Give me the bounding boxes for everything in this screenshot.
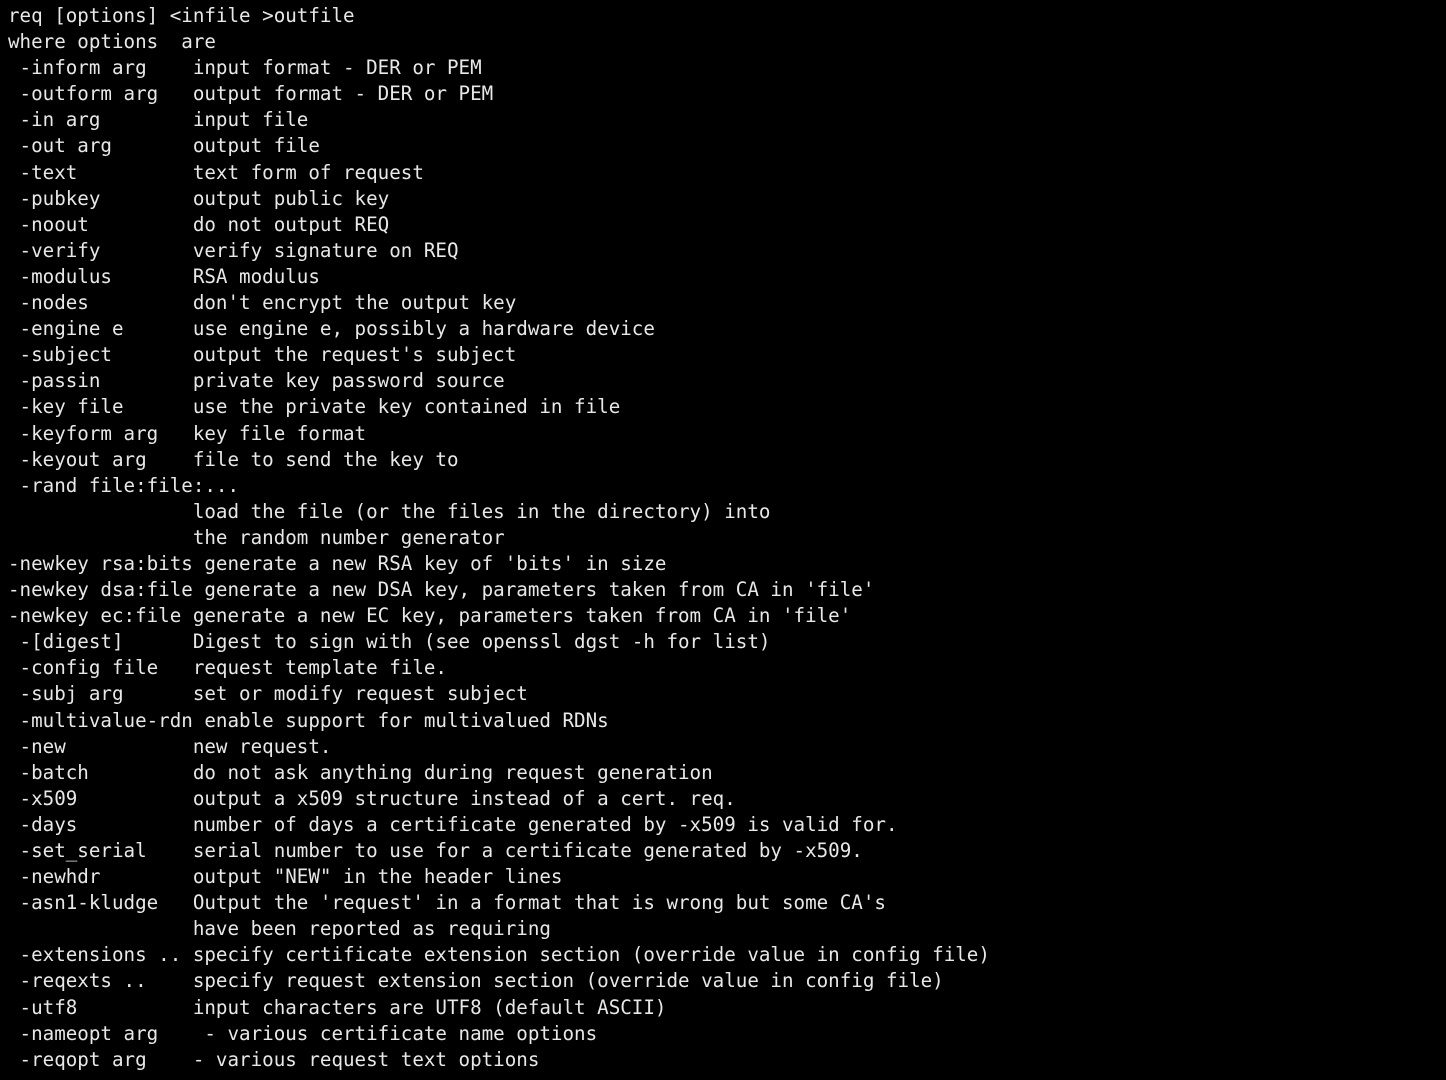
option-line: -in arg input file	[8, 108, 309, 132]
option-line: -engine e use engine e, possibly a hardw…	[8, 317, 655, 341]
option-line: -[digest] Digest to sign with (see opens…	[8, 630, 771, 654]
options-header-line: where options are	[8, 30, 216, 54]
option-line: -newhdr output "NEW" in the header lines	[8, 865, 563, 889]
option-line: -newkey dsa:file generate a new DSA key,…	[8, 578, 875, 602]
option-line: -newkey ec:file generate a new EC key, p…	[8, 604, 852, 628]
option-line: -keyout arg file to send the key to	[8, 447, 459, 471]
option-line: -new new request.	[8, 734, 332, 758]
option-line: -config file request template file.	[8, 656, 447, 680]
option-line: -batch do not ask anything during reques…	[8, 760, 713, 784]
option-line: -out arg output file	[8, 134, 320, 158]
option-line: -outform arg output format - DER or PEM	[8, 82, 494, 106]
option-line: -x509 output a x509 structure instead of…	[8, 786, 736, 810]
usage-line: req [options] <infile >outfile	[8, 4, 355, 27]
option-line: -key file use the private key contained …	[8, 395, 621, 419]
option-line: -newkey rsa:bits generate a new RSA key …	[8, 551, 667, 575]
option-line: -nameopt arg - various certificate name …	[8, 1021, 598, 1045]
option-line: -subject output the request's subject	[8, 343, 517, 367]
option-line: -subj arg set or modify request subject	[8, 682, 528, 706]
option-line: -passin private key password source	[8, 369, 505, 393]
terminal-output-pane[interactable]: req [options] <infile >outfile where opti…	[0, 0, 1446, 1080]
option-line: -modulus RSA modulus	[8, 264, 320, 288]
option-line: -extensions .. specify certificate exten…	[8, 943, 990, 967]
option-line: -rand file:file:...	[8, 473, 240, 497]
option-line: -pubkey output public key	[8, 186, 390, 210]
option-line: -reqopt arg - various request text optio…	[8, 1047, 540, 1071]
option-line: load the file (or the files in the direc…	[8, 499, 771, 523]
option-line: -keyform arg key file format	[8, 421, 367, 445]
option-line: -text text form of request	[8, 160, 424, 184]
option-line: -utf8 input characters are UTF8 (default…	[8, 995, 667, 1019]
option-line: -days number of days a certificate gener…	[8, 812, 898, 836]
option-line: -nodes don't encrypt the output key	[8, 291, 517, 315]
option-line: -multivalue-rdn enable support for multi…	[8, 708, 609, 732]
option-line: -verify verify signature on REQ	[8, 238, 459, 262]
option-line: the random number generator	[8, 525, 505, 549]
option-line: -set_serial serial number to use for a c…	[8, 839, 863, 862]
option-line: -asn1-kludge Output the 'request' in a f…	[8, 891, 886, 915]
option-line: have been reported as requiring	[8, 917, 551, 941]
option-line: -noout do not output REQ	[8, 212, 390, 236]
option-line: -inform arg input format - DER or PEM	[8, 56, 482, 80]
option-line: -reqexts .. specify request extension se…	[8, 969, 944, 993]
